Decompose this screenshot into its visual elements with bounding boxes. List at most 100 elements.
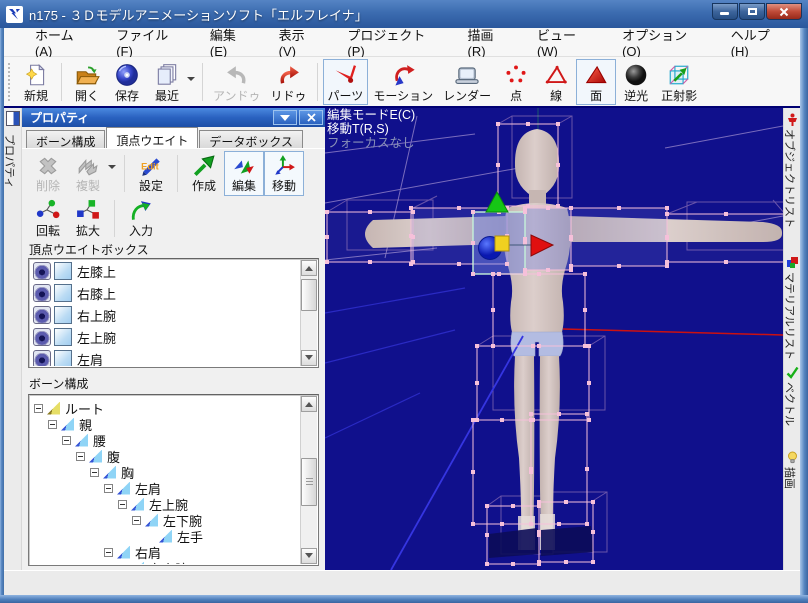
tab-drawing[interactable]: 描画 bbox=[784, 450, 801, 465]
vertex-handle[interactable] bbox=[500, 522, 504, 526]
minimize-button[interactable] bbox=[712, 3, 738, 20]
vertex-handle[interactable] bbox=[523, 206, 527, 210]
vertex-handle[interactable] bbox=[475, 381, 479, 385]
vertex-handle[interactable] bbox=[491, 344, 495, 348]
vertex-handle[interactable] bbox=[325, 260, 329, 264]
create-button[interactable]: 作成 bbox=[184, 151, 224, 196]
vertex-handle[interactable] bbox=[585, 467, 589, 471]
vertex-handle[interactable] bbox=[485, 562, 489, 566]
weight-color-box[interactable] bbox=[54, 284, 72, 302]
tree-node[interactable]: 左下腕 bbox=[128, 512, 300, 528]
vertex-handle[interactable] bbox=[409, 262, 413, 266]
viewport-3d-scene[interactable] bbox=[325, 108, 783, 570]
vertex-handle[interactable] bbox=[724, 260, 728, 264]
weight-color-box[interactable] bbox=[54, 350, 72, 366]
vertex-handle[interactable] bbox=[475, 418, 479, 422]
undo-button[interactable]: アンドゥ bbox=[208, 59, 266, 105]
tree-expand-box[interactable] bbox=[104, 548, 113, 557]
tree-node[interactable]: 左上腕 bbox=[114, 496, 300, 512]
tree-node[interactable]: 胸 bbox=[86, 464, 300, 480]
vertex-handle[interactable] bbox=[665, 264, 669, 268]
vertex-handle[interactable] bbox=[537, 560, 541, 564]
vertex-handle[interactable] bbox=[411, 210, 415, 214]
backlight-button[interactable]: 逆光 bbox=[616, 59, 656, 105]
vertex-handle[interactable] bbox=[557, 522, 561, 526]
vertex-handle[interactable] bbox=[569, 206, 573, 210]
vertex-handle[interactable] bbox=[529, 418, 533, 422]
vertex-handle[interactable] bbox=[546, 268, 550, 272]
vertex-handle[interactable] bbox=[368, 210, 372, 214]
vertex-handle[interactable] bbox=[537, 344, 541, 348]
visibility-icon[interactable] bbox=[33, 306, 51, 324]
tree-expand-box[interactable] bbox=[104, 484, 113, 493]
vertex-handle[interactable] bbox=[537, 500, 541, 504]
gizmo-center-handle[interactable] bbox=[495, 236, 509, 251]
tab-object-list[interactable]: オブジェクトリスト bbox=[784, 112, 801, 127]
vertex-handle[interactable] bbox=[475, 344, 479, 348]
vertex-handle[interactable] bbox=[587, 418, 591, 422]
vertex-handle[interactable] bbox=[325, 235, 329, 239]
vertex-handle[interactable] bbox=[457, 206, 461, 210]
tree-expand-box[interactable] bbox=[48, 420, 57, 429]
scrollbar-thumb[interactable] bbox=[301, 458, 317, 506]
points-display-button[interactable]: 点 bbox=[496, 59, 536, 105]
recent-dropdown-arrow[interactable] bbox=[187, 77, 195, 85]
visibility-icon[interactable] bbox=[33, 262, 51, 280]
vertex-handle[interactable] bbox=[556, 204, 560, 208]
bone-tree-scrollbar[interactable] bbox=[300, 396, 317, 564]
left-dock-strip[interactable]: プロパティ bbox=[4, 108, 22, 570]
vertex-handle[interactable] bbox=[724, 212, 728, 216]
scale-button[interactable]: 拡大 bbox=[68, 196, 108, 241]
tab-vector[interactable]: ベクトル bbox=[784, 365, 801, 380]
vertex-handle[interactable] bbox=[665, 260, 669, 264]
scroll-down-button[interactable] bbox=[301, 548, 317, 564]
weight-box-row[interactable]: 左上腕 bbox=[30, 326, 300, 348]
vertex-handle[interactable] bbox=[496, 122, 500, 126]
vertex-handle[interactable] bbox=[556, 122, 560, 126]
move-button[interactable]: 移動 bbox=[264, 151, 304, 196]
panel-close-button[interactable] bbox=[299, 110, 323, 125]
panel-tab[interactable]: 頂点ウエイト bbox=[106, 127, 198, 148]
panel-header[interactable]: プロパティ bbox=[22, 108, 325, 127]
vertex-handle[interactable] bbox=[665, 206, 669, 210]
vertex-handle[interactable] bbox=[569, 268, 573, 272]
vertex-handle[interactable] bbox=[325, 210, 329, 214]
vertex-handle[interactable] bbox=[511, 562, 515, 566]
save-button[interactable]: 保存 bbox=[107, 59, 147, 105]
vertex-handle[interactable] bbox=[529, 467, 533, 471]
rotate-button[interactable]: 回転 bbox=[28, 196, 68, 241]
panel-tab[interactable]: ボーン構成 bbox=[26, 130, 105, 148]
vertex-handle[interactable] bbox=[583, 272, 587, 276]
open-button[interactable]: 開く bbox=[67, 59, 107, 105]
vertex-handle[interactable] bbox=[585, 412, 589, 416]
vertex-handle[interactable] bbox=[591, 560, 595, 564]
tree-node[interactable]: 左手 bbox=[142, 528, 300, 544]
vertex-handle[interactable] bbox=[523, 268, 527, 272]
weight-list-scrollbar[interactable] bbox=[300, 260, 317, 366]
character-model[interactable] bbox=[365, 129, 782, 550]
tree-expand-box[interactable] bbox=[34, 404, 43, 413]
toolbar-grip[interactable] bbox=[8, 63, 14, 101]
vertex-handle[interactable] bbox=[471, 470, 475, 474]
tree-expand-box[interactable] bbox=[118, 564, 127, 565]
panel-menu-button[interactable] bbox=[273, 110, 297, 125]
vertex-handle[interactable] bbox=[523, 237, 527, 241]
vertex-handle[interactable] bbox=[500, 418, 504, 422]
panel-tab[interactable]: データボックス bbox=[199, 130, 303, 148]
vertex-handle[interactable] bbox=[471, 418, 475, 422]
vertex-handle[interactable] bbox=[569, 237, 573, 241]
vertex-handle[interactable] bbox=[537, 272, 541, 276]
vertex-handle[interactable] bbox=[583, 344, 587, 348]
vertex-handle[interactable] bbox=[523, 210, 527, 214]
faces-display-button[interactable]: 面 bbox=[576, 59, 616, 105]
vertex-handle[interactable] bbox=[471, 241, 475, 245]
weight-color-box[interactable] bbox=[54, 328, 72, 346]
tree-node[interactable]: 腰 bbox=[58, 432, 300, 448]
render-mode-button[interactable]: レンダー bbox=[438, 59, 496, 105]
vertex-handle[interactable] bbox=[491, 272, 495, 276]
vertex-handle[interactable] bbox=[409, 206, 413, 210]
new-button[interactable]: 新規 bbox=[16, 59, 56, 105]
duplicate-dropdown-arrow[interactable] bbox=[108, 165, 116, 173]
vertex-handle[interactable] bbox=[505, 262, 509, 266]
vertex-handle[interactable] bbox=[587, 381, 591, 385]
